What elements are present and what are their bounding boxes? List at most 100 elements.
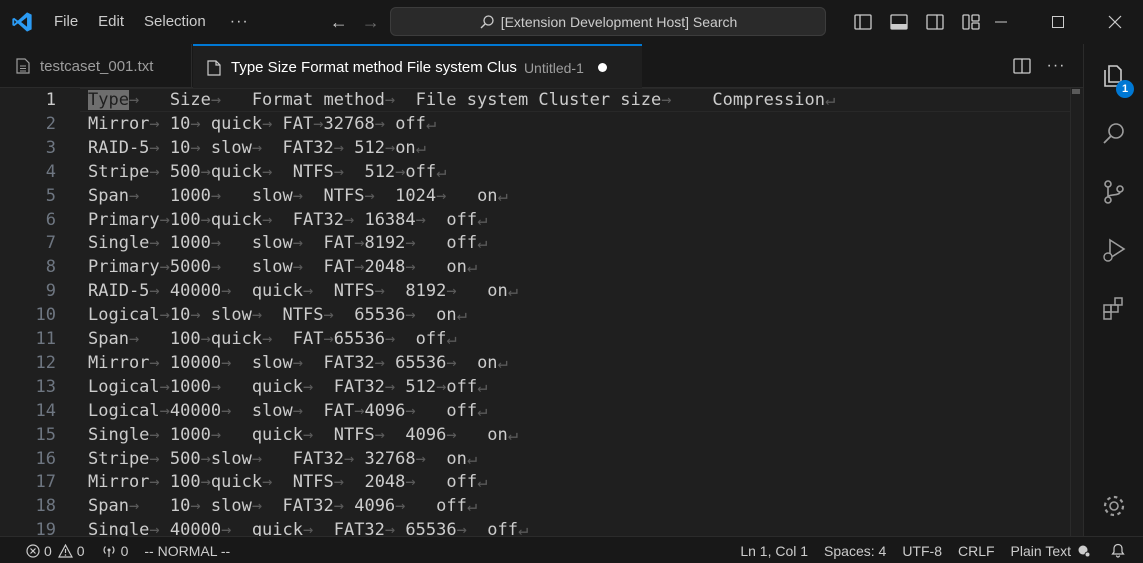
code-line[interactable]: 12 Mirror→ 10000→ slow→ FAT32→ 65536→ on↵: [0, 351, 1070, 375]
encoding[interactable]: UTF-8: [894, 537, 950, 563]
text-token: 16384: [354, 209, 416, 230]
code-line[interactable]: 15 Single→ 1000→ quick→ NTFS→ 4096→ on↵: [0, 423, 1070, 447]
indentation[interactable]: Spaces: 4: [816, 537, 894, 563]
code-line[interactable]: 16 Stripe→ 500→slow→ FAT32→ 32768→ on↵: [0, 447, 1070, 471]
tab-marker: →: [292, 400, 304, 421]
close-icon[interactable]: [1086, 0, 1143, 44]
line-ending[interactable]: CRLF: [950, 537, 1003, 563]
toggle-secondary-sidebar-icon[interactable]: [917, 0, 953, 44]
line-number: 15: [35, 424, 56, 445]
toggle-panel-icon[interactable]: [881, 0, 917, 44]
text-token: 40000: [159, 520, 222, 536]
text-token: Mirror: [88, 472, 150, 493]
status-bar: 0 0 0 -- NORMAL -- Ln 1, Col 1 Spaces: 4…: [0, 536, 1143, 563]
text-token: 40000: [159, 281, 222, 302]
extensions-icon[interactable]: [1084, 280, 1143, 336]
code-line[interactable]: 1 Type→ Size→ Format method→ File system …: [0, 88, 1070, 112]
vertical-scrollbar[interactable]: [1070, 88, 1083, 536]
text-token: 8192: [364, 233, 406, 254]
command-center-search[interactable]: [Extension Development Host] Search: [390, 7, 826, 36]
tab-marker: →: [374, 352, 385, 373]
code-line[interactable]: 14 Logical→40000→ slow→ FAT→4096→ off↵: [0, 399, 1070, 423]
code-line[interactable]: 5 Span→ 1000→ slow→ NTFS→ 1024→ on↵: [0, 184, 1070, 208]
line-number: 3: [45, 137, 56, 158]
code-line[interactable]: 13 Logical→1000→ quick→ FAT32→ 512→off↵: [0, 375, 1070, 399]
line-text: Primary→100→quick→ FAT32→ 16384→ off↵: [88, 208, 487, 232]
forward-arrow-icon[interactable]: →: [355, 12, 387, 33]
code-line[interactable]: 9 RAID-5→ 40000→ quick→ NTFS→ 8192→ on↵: [0, 279, 1070, 303]
code-line[interactable]: 10 Logical→10→ slow→ NTFS→ 65536→ on↵: [0, 303, 1070, 327]
maximize-icon[interactable]: [1029, 0, 1086, 44]
warning-icon: [57, 543, 73, 558]
search-icon[interactable]: [1084, 106, 1143, 162]
line-number: 8: [45, 257, 56, 278]
menu-more-button[interactable]: ···: [216, 0, 263, 44]
tab-marker: →: [262, 329, 273, 349]
code-line[interactable]: 11 Span→ 100→quick→ FAT→65536→ off↵: [0, 327, 1070, 351]
source-control-icon[interactable]: [1084, 164, 1143, 220]
tab-untitled-1[interactable]: Type Size Format method File system Clus…: [193, 44, 642, 89]
menu-edit[interactable]: Edit: [88, 0, 134, 44]
activity-bar: 1: [1083, 44, 1143, 536]
explorer-icon[interactable]: 1: [1084, 48, 1143, 104]
tab-marker: →: [200, 448, 211, 469]
tab-marker: →: [149, 424, 160, 445]
language-mode[interactable]: Plain Text: [1003, 537, 1103, 563]
ports-indicator[interactable]: 0: [93, 537, 137, 563]
error-icon: [26, 543, 40, 558]
line-break-marker: ↵: [477, 400, 488, 421]
line-number: 9: [45, 281, 56, 302]
problems-indicator[interactable]: 0 0: [18, 537, 93, 563]
line-text: Single→ 1000→ slow→ FAT→8192→ off↵: [88, 231, 487, 255]
split-editor-icon[interactable]: [1005, 44, 1039, 88]
text-token: Type: [88, 90, 129, 110]
text-token: off: [415, 472, 478, 493]
text-token: Size: [139, 90, 211, 110]
toggle-primary-sidebar-icon[interactable]: [845, 0, 881, 44]
code-line[interactable]: 17 Mirror→ 100→quick→ NTFS→ 2048→ off↵: [0, 470, 1070, 494]
editor-area[interactable]: 1 Type→ Size→ Format method→ File system …: [0, 88, 1083, 536]
minimize-icon[interactable]: [972, 0, 1029, 44]
text-token: 32768: [323, 113, 375, 134]
settings-gear-icon[interactable]: [1084, 478, 1143, 534]
cursor-position[interactable]: Ln 1, Col 1: [732, 537, 816, 563]
line-break-marker: ↵: [477, 209, 488, 230]
tab-marker: →: [128, 329, 140, 349]
line-text: Mirror→ 10000→ slow→ FAT32→ 65536→ on↵: [88, 351, 508, 375]
text-token: 2048: [364, 257, 406, 278]
code-line[interactable]: 18 Span→ 10→ slow→ FAT32→ 4096→ off↵: [0, 494, 1070, 518]
menu-selection[interactable]: Selection: [134, 0, 216, 44]
text-token: off: [384, 113, 426, 134]
unsaved-dot-icon[interactable]: [597, 63, 607, 72]
code-line[interactable]: 19 Single→ 40000→ quick→ FAT32→ 65536→ of…: [0, 518, 1070, 536]
tab-marker: →: [303, 424, 314, 445]
text-token: FAT32: [303, 352, 375, 373]
tab-marker: →: [200, 161, 211, 182]
tab-marker: →: [251, 496, 263, 517]
run-debug-icon[interactable]: [1084, 222, 1143, 278]
more-actions-icon[interactable]: ···: [1039, 44, 1073, 88]
menu-file[interactable]: File: [44, 0, 88, 44]
code-line[interactable]: 7 Single→ 1000→ slow→ FAT→8192→ off↵: [0, 231, 1070, 255]
text-token: FAT: [303, 233, 355, 254]
tab-testcaset[interactable]: testcaset_001.txt: [0, 44, 192, 88]
code-line[interactable]: 3 RAID-5→ 10→ slow→ FAT32→ 512→on↵: [0, 136, 1070, 160]
text-token: 4096: [343, 496, 396, 517]
line-number: 10: [35, 305, 56, 326]
code-line[interactable]: 8 Primary→5000→ slow→ FAT→2048→ on↵: [0, 255, 1070, 279]
tab-marker: →: [190, 305, 201, 326]
tab-marker: →: [354, 233, 365, 254]
text-token: 512: [343, 137, 385, 158]
code-line[interactable]: 4 Stripe→ 500→quick→ NTFS→ 512→off↵: [0, 160, 1070, 184]
text-token: 1000: [159, 424, 211, 445]
line-break-marker: ↵: [507, 281, 519, 302]
text-token: RAID-5: [88, 137, 150, 158]
code-line[interactable]: 6 Primary→100→quick→ FAT32→ 16384→ off↵: [0, 208, 1070, 232]
code-line[interactable]: 2 Mirror→ 10→ quick→ FAT→32768→ off↵: [0, 112, 1070, 136]
notifications-bell-icon[interactable]: [1103, 537, 1143, 563]
back-arrow-icon[interactable]: ←: [323, 12, 355, 33]
text-token: quick: [231, 281, 303, 302]
tab-marker: →: [149, 233, 160, 254]
tab-marker: →: [384, 137, 396, 158]
text-token: 65536: [384, 352, 447, 373]
